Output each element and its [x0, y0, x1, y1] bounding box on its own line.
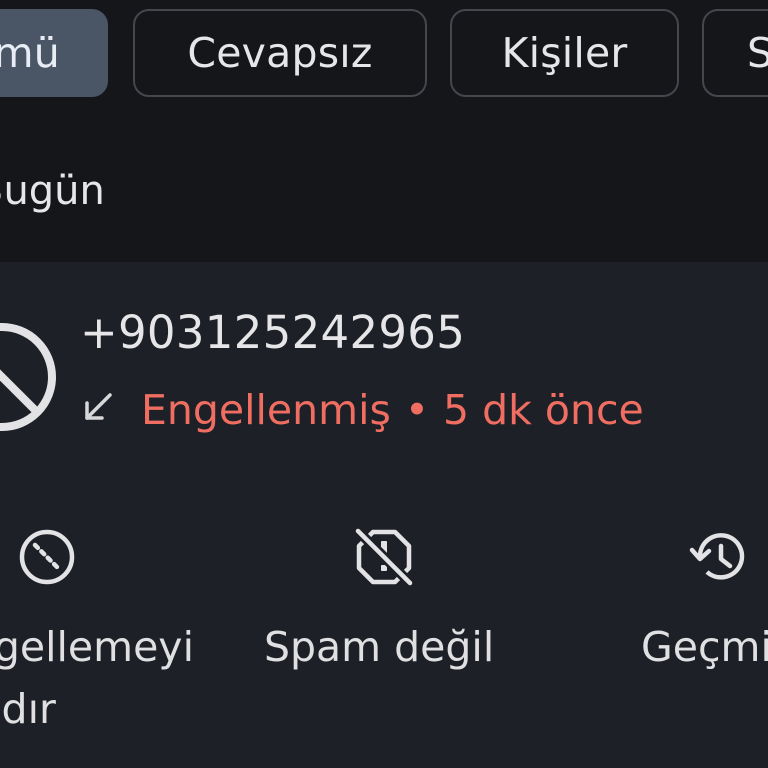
- section-header-today: Bugün: [0, 168, 105, 214]
- chip-spam[interactable]: Spam: [702, 9, 768, 97]
- unblock-label-line2: kaldır: [0, 685, 56, 733]
- unblock-label: Engellemeyi kaldır: [0, 616, 194, 740]
- blocked-avatar-icon: [0, 323, 56, 431]
- history-button[interactable]: Geçmiş: [620, 526, 768, 736]
- history-icon: [689, 533, 745, 580]
- chip-all-label: Tümü: [0, 29, 60, 77]
- not-spam-button[interactable]: Spam değil: [250, 526, 520, 736]
- call-status: Engellenmiş: [141, 386, 391, 434]
- unblock-label-line1: Engellemeyi: [0, 623, 194, 671]
- incoming-arrow-icon: [85, 393, 112, 420]
- chip-missed-label: Cevapsız: [187, 29, 373, 77]
- chip-missed[interactable]: Cevapsız: [133, 9, 427, 97]
- unblock-button[interactable]: Engellemeyi kaldır: [0, 526, 230, 736]
- separator-dot: •: [404, 386, 430, 434]
- caller-number: +903125242965: [80, 306, 466, 359]
- not-spam-label: Spam değil: [264, 623, 495, 671]
- chip-all[interactable]: Tümü: [0, 9, 108, 97]
- not-spam-icon: [354, 527, 414, 587]
- call-entry-expanded[interactable]: +903125242965 Engellenmiş • 5 dk önce En…: [0, 262, 768, 768]
- chip-contacts-label: Kişiler: [501, 29, 628, 77]
- unblock-icon: [19, 529, 75, 585]
- call-time: 5 dk önce: [443, 386, 644, 434]
- chip-spam-label: Spam: [747, 29, 768, 77]
- call-details: Engellenmiş • 5 dk önce: [80, 382, 644, 438]
- history-label: Geçmiş: [641, 623, 768, 671]
- chip-contacts[interactable]: Kişiler: [450, 9, 679, 97]
- filter-chip-row: Tümü Cevapsız Kişiler Spam Bugün: [0, 0, 768, 262]
- call-log-screen: Tümü Cevapsız Kişiler Spam Bugün +903125…: [0, 0, 768, 768]
